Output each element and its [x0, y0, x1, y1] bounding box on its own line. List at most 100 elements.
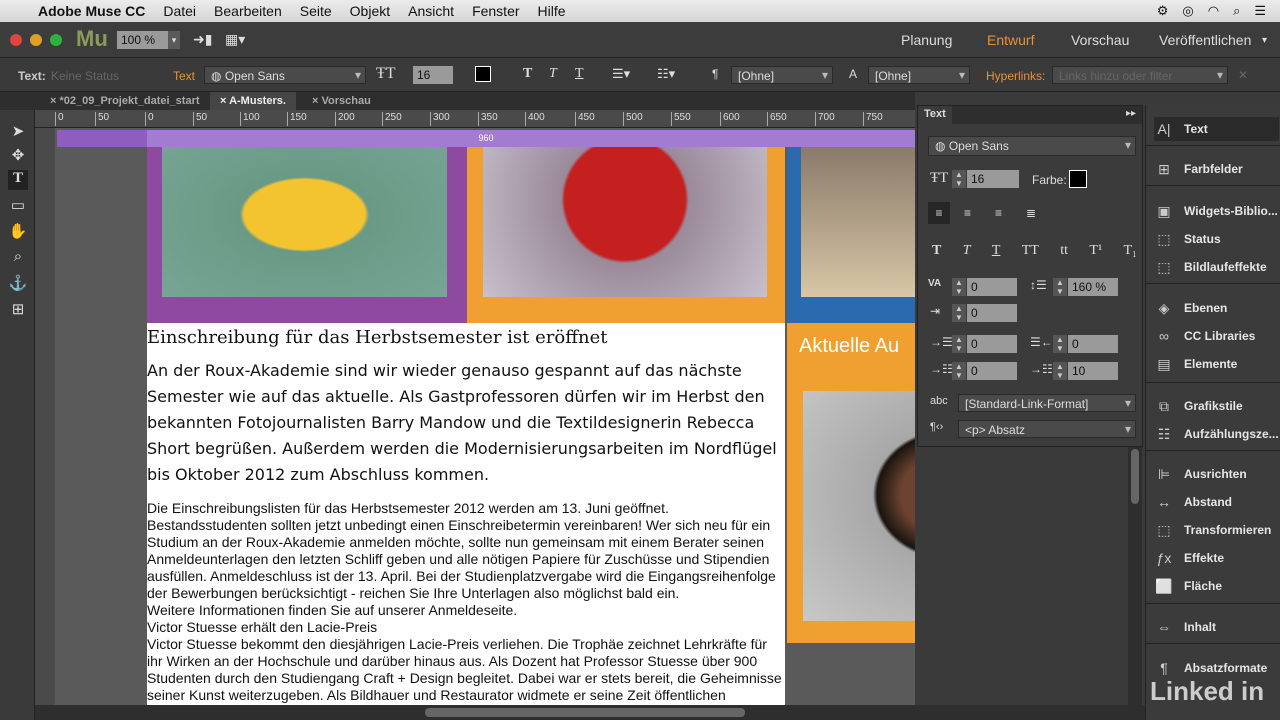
- italic-style-button[interactable]: T: [963, 243, 971, 259]
- bold-style-button[interactable]: T: [932, 243, 941, 259]
- dock-item-transformieren[interactable]: ⬚ Transformieren: [1154, 518, 1279, 542]
- tab-projekt-datei[interactable]: × *02_09_Projekt_datei_start: [40, 92, 210, 110]
- align-center-button[interactable]: ≡: [964, 202, 971, 224]
- mascot-image[interactable]: [162, 147, 447, 297]
- align-right-button[interactable]: ≡: [995, 202, 1002, 224]
- close-window-button[interactable]: [10, 34, 22, 46]
- hand-tool-icon[interactable]: ✋: [8, 222, 28, 242]
- rectangle-tool-icon[interactable]: ▭: [8, 196, 28, 216]
- leading-input[interactable]: 160 %: [1068, 278, 1118, 296]
- subscript-button[interactable]: T₁: [1124, 243, 1137, 259]
- first-indent-input[interactable]: 0: [967, 304, 1017, 322]
- underline-button[interactable]: T: [575, 66, 584, 82]
- dock-item-elemente[interactable]: ▤ Elemente: [1154, 352, 1279, 376]
- status-icon[interactable]: ⚙: [1157, 3, 1169, 19]
- align-left-button[interactable]: ≡: [928, 202, 950, 224]
- dock-item-ausrichten[interactable]: ⊫ Ausrichten: [1154, 462, 1279, 486]
- anchor-icon[interactable]: ⚓: [8, 274, 28, 294]
- list-icon[interactable]: ☰: [1254, 3, 1266, 19]
- dock-item-fläche[interactable]: ⬜ Fläche: [1154, 574, 1279, 598]
- zoom-tool-icon[interactable]: ⌕: [8, 248, 28, 268]
- selection-tool-icon[interactable]: ➤: [8, 122, 28, 142]
- side-box[interactable]: Aktuelle Au: [787, 323, 915, 643]
- chevron-down-icon[interactable]: ▾: [1262, 35, 1267, 46]
- article-subheading[interactable]: Victor Stuesse erhält den Lacie-Preis: [147, 619, 785, 636]
- article-body[interactable]: Victor Stuesse bekommt den diesjährigen …: [147, 636, 785, 704]
- search-icon[interactable]: ⌕: [1233, 3, 1240, 19]
- panel-font-select[interactable]: ◍ Open Sans: [928, 136, 1136, 156]
- menu-seite[interactable]: Seite: [300, 3, 332, 19]
- workspace-vorschau[interactable]: Vorschau: [1071, 32, 1129, 48]
- workspace-entwurf[interactable]: Entwurf: [987, 32, 1034, 48]
- bullet-list-icon[interactable]: ☰▾: [612, 66, 630, 82]
- menu-objekt[interactable]: Objekt: [350, 3, 390, 19]
- right-indent-stepper[interactable]: ▲ ▼: [1053, 335, 1067, 353]
- scrollbar-thumb[interactable]: [1131, 449, 1139, 504]
- paragraph-tag-select[interactable]: <p> Absatz: [958, 420, 1136, 438]
- image-frame-purple[interactable]: [147, 147, 467, 323]
- close-icon[interactable]: ×: [220, 95, 229, 107]
- justify-button[interactable]: ≣: [1026, 202, 1036, 224]
- browser-width-bar[interactable]: 960: [57, 130, 915, 147]
- space-after-input[interactable]: 10: [1068, 362, 1118, 380]
- page-layout-icon[interactable]: ▦▾: [225, 31, 245, 48]
- scrollbar-thumb[interactable]: [425, 708, 745, 717]
- clear-link-icon[interactable]: ✕: [1238, 68, 1248, 82]
- dock-item-inhalt[interactable]: ⇔ Inhalt: [1154, 615, 1279, 639]
- collapse-icon[interactable]: ▸▸: [1126, 108, 1136, 119]
- text-link[interactable]: Text: [173, 69, 195, 83]
- menu-bearbeiten[interactable]: Bearbeiten: [214, 3, 282, 19]
- image-frame-orange[interactable]: [467, 147, 785, 323]
- text-tool-icon[interactable]: T: [8, 170, 28, 190]
- vertical-scrollbar[interactable]: [1128, 445, 1142, 705]
- menu-app[interactable]: Adobe Muse CC: [38, 3, 145, 19]
- dock-item-cc-libraries[interactable]: ∞ CC Libraries: [1154, 324, 1279, 348]
- numbered-list-icon[interactable]: ☷▾: [657, 66, 675, 82]
- space-before-input[interactable]: 0: [967, 362, 1017, 380]
- underline-style-button[interactable]: T: [992, 243, 1001, 259]
- dock-item-farbfelder[interactable]: ⊞ Farbfelder: [1154, 157, 1279, 181]
- cc-icon[interactable]: ◎: [1182, 3, 1193, 19]
- menu-datei[interactable]: Datei: [163, 3, 196, 19]
- article-body[interactable]: Weitere Informationen finden Sie auf uns…: [147, 602, 785, 619]
- character-style-select[interactable]: [Ohne]: [868, 66, 970, 84]
- tracking-input[interactable]: 0: [967, 278, 1017, 296]
- wifi-icon[interactable]: ◠: [1208, 3, 1219, 19]
- dock-item-abstand[interactable]: ↔ Abstand: [1154, 490, 1279, 514]
- dock-item-effekte[interactable]: ƒx Effekte: [1154, 546, 1279, 570]
- horizontal-scrollbar[interactable]: [35, 705, 1145, 720]
- menu-hilfe[interactable]: Hilfe: [538, 3, 566, 19]
- dock-item-widgets-biblio[interactable]: ▣ Widgets-Biblio...: [1154, 199, 1279, 223]
- space-after-stepper[interactable]: ▲ ▼: [1053, 362, 1067, 380]
- crop-tool-icon[interactable]: ✥: [8, 146, 28, 166]
- bold-button[interactable]: T: [523, 66, 532, 82]
- maximize-window-button[interactable]: [50, 34, 62, 46]
- italic-button[interactable]: T: [549, 66, 557, 82]
- panel-color-swatch[interactable]: [1069, 170, 1087, 188]
- hyperlinks-input[interactable]: Links hinzu oder filter: [1052, 66, 1228, 84]
- size-stepper[interactable]: ▲ ▼: [952, 170, 966, 188]
- font-select[interactable]: ◍ Open Sans: [204, 66, 366, 84]
- paragraph-style-select[interactable]: [Ohne]: [731, 66, 833, 84]
- portrait-image[interactable]: [803, 391, 915, 621]
- color-swatch[interactable]: [475, 66, 491, 82]
- right-indent-input[interactable]: 0: [1068, 335, 1118, 353]
- dock-item-grafikstile[interactable]: ⧉ Grafikstile: [1154, 394, 1279, 418]
- workspace-planung[interactable]: Planung: [901, 32, 952, 48]
- workspace-veroeffentlichen[interactable]: Veröffentlichen: [1159, 32, 1251, 48]
- guides-icon[interactable]: ⊞: [8, 300, 28, 320]
- article-intro[interactable]: An der Roux-Akademie sind wir wieder gen…: [147, 358, 785, 488]
- link-style-select[interactable]: [Standard-Link-Format]: [958, 394, 1136, 412]
- small-caps-button[interactable]: tt: [1060, 243, 1068, 259]
- chevron-down-icon[interactable]: ▾: [168, 31, 180, 49]
- left-indent-stepper[interactable]: ▲ ▼: [952, 335, 966, 353]
- dock-item-text[interactable]: A| Text: [1154, 117, 1279, 141]
- dock-item-status[interactable]: ⬚ Status: [1154, 227, 1279, 251]
- beach-image[interactable]: [801, 147, 915, 297]
- menu-ansicht[interactable]: Ansicht: [408, 3, 454, 19]
- article-body[interactable]: Die Einschreibungslisten für das Herbsts…: [147, 500, 785, 602]
- dock-item-ebenen[interactable]: ◈ Ebenen: [1154, 296, 1279, 320]
- tab-a-muster[interactable]: × A-Musters.: [210, 92, 296, 110]
- space-before-stepper[interactable]: ▲ ▼: [952, 362, 966, 380]
- leading-stepper[interactable]: ▲ ▼: [1053, 278, 1067, 296]
